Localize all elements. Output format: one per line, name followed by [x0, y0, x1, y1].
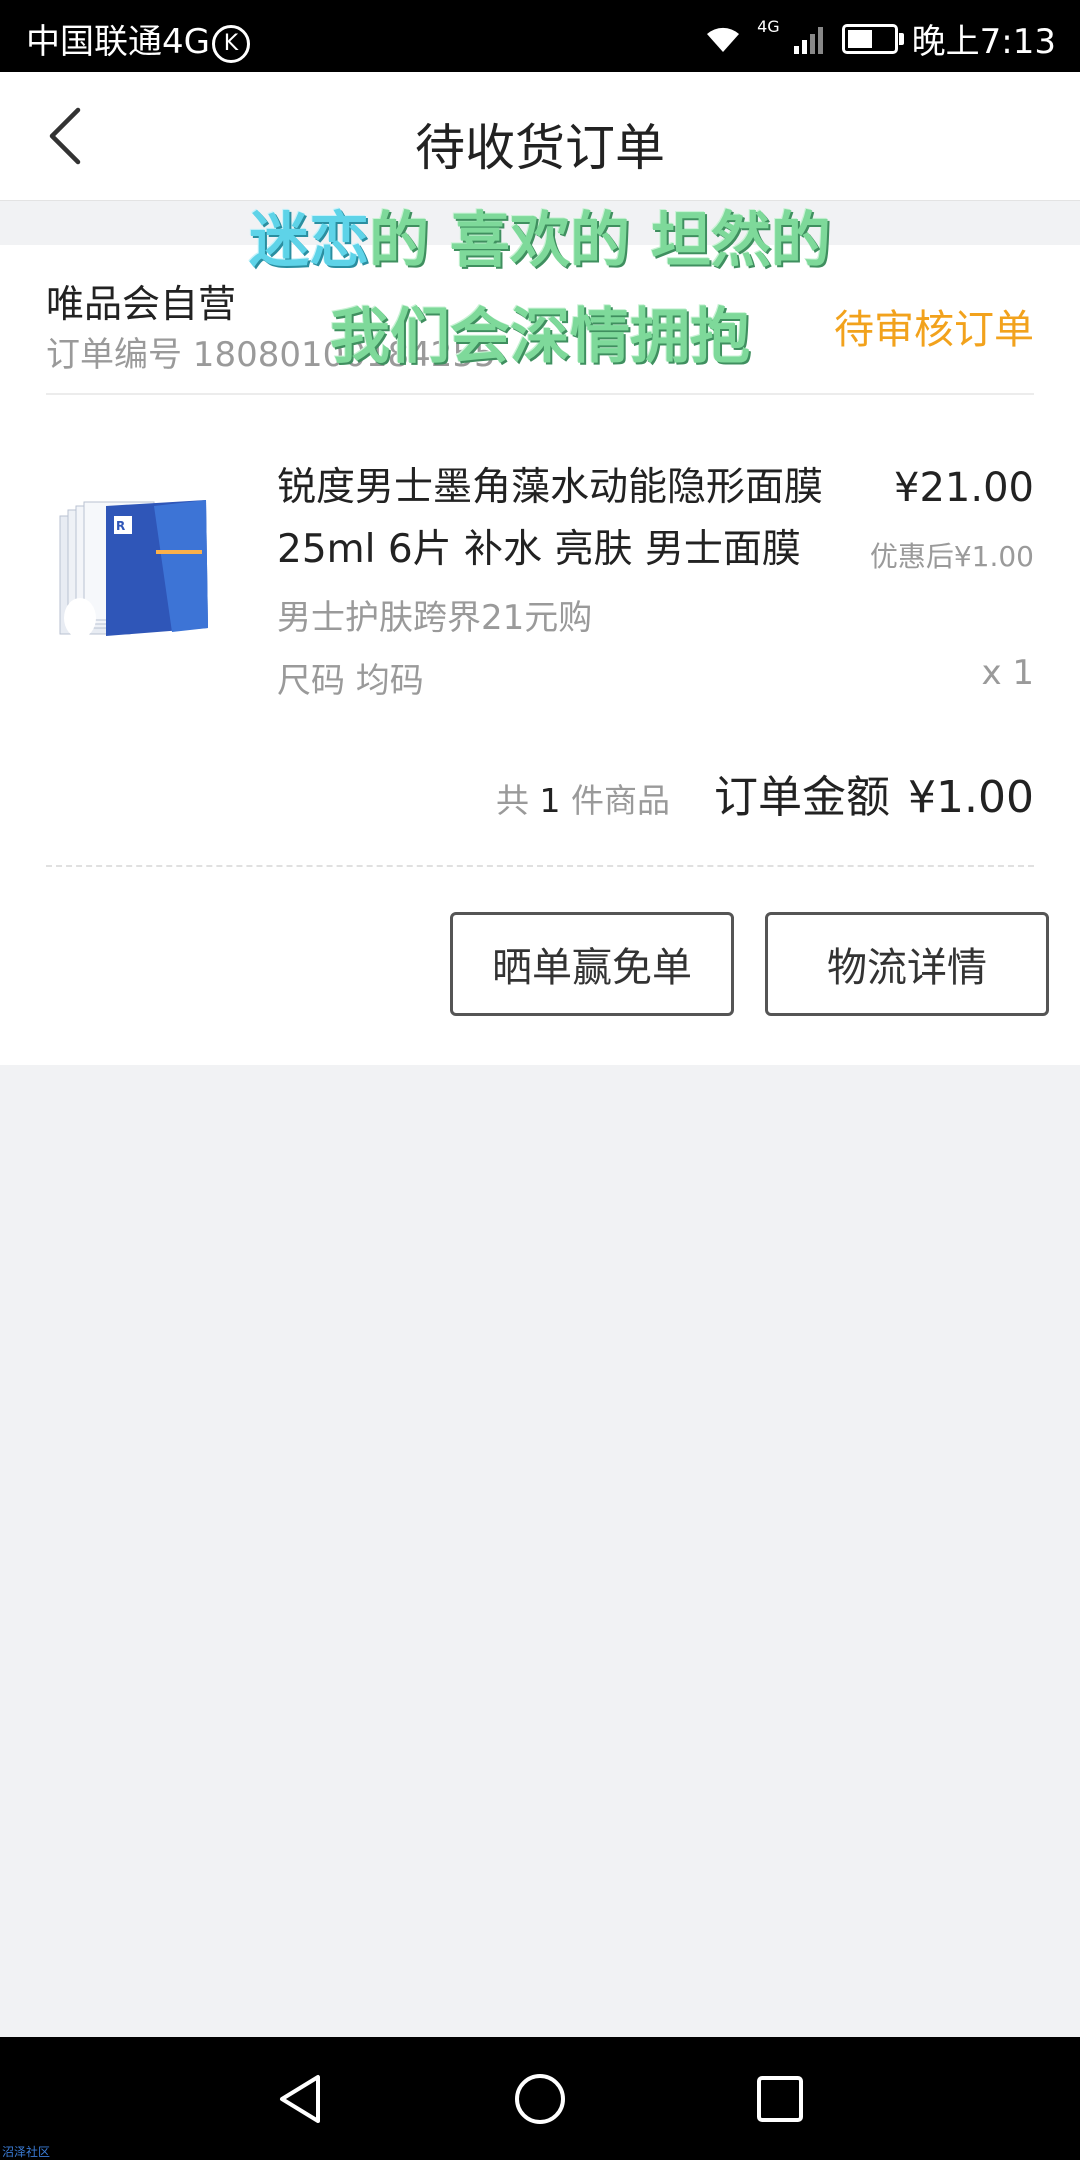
- dashed-divider: [46, 865, 1034, 867]
- share-order-button[interactable]: 晒单赢免单: [450, 912, 734, 1016]
- wifi-icon: [707, 27, 740, 52]
- signal-icon: [793, 26, 823, 54]
- order-summary: 共 1 件商品 订单金额 ¥1.00: [496, 761, 1034, 825]
- logistics-details-button[interactable]: 物流详情: [765, 912, 1049, 1016]
- battery-icon: [841, 23, 904, 54]
- system-nav-bar: 沼泽社区: [0, 2037, 1080, 2160]
- page-title: 待收货订单: [415, 119, 665, 177]
- item-count-value: 1: [539, 781, 561, 820]
- product-size: 尺码 均码: [277, 661, 424, 701]
- status-icons: 4G 晚上7:13: [703, 14, 1056, 63]
- shop-name: 唯品会自营: [46, 282, 237, 326]
- promotion-label: 男士护肤跨界21元购: [277, 598, 593, 638]
- status-bar: 中国联通4G K 4G 晚上7:13: [0, 0, 1080, 72]
- recents-square-icon[interactable]: [750, 2069, 810, 2129]
- top-bar: 待收货订单: [0, 72, 1080, 201]
- total-value: ¥1.00: [908, 772, 1034, 823]
- product-image[interactable]: R: [56, 500, 218, 650]
- item-count-prefix: 共: [496, 781, 530, 820]
- carrier-text: 中国联通4G: [26, 22, 210, 62]
- home-circle-icon[interactable]: [510, 2069, 570, 2129]
- discounted-price: 优惠后¥1.00: [869, 540, 1034, 573]
- divider: [46, 393, 1034, 395]
- carrier-label: 中国联通4G K: [26, 14, 250, 63]
- product-price: ¥21.00: [894, 465, 1034, 511]
- clock: 晚上7:13: [911, 22, 1056, 62]
- item-count-suffix: 件商品: [571, 781, 671, 820]
- order-number: 订单编号 18080100184255: [46, 335, 496, 375]
- network-type: 4G: [757, 17, 780, 36]
- battery-level: [847, 29, 872, 48]
- order-total: 订单金额 ¥1.00: [714, 761, 1034, 825]
- product-name[interactable]: 锐度男士墨角藻水动能隐形面膜 25ml 6片 补水 亮肤 男士面膜: [277, 457, 837, 581]
- item-count: 共 1 件商品: [496, 774, 670, 822]
- watermark: 沼泽社区: [2, 2145, 51, 2159]
- carrier-badge: K: [211, 24, 250, 63]
- product-quantity: x 1: [981, 653, 1034, 693]
- total-label: 订单金额: [714, 772, 891, 823]
- order-card[interactable]: 唯品会自营 订单编号 18080100184255 待审核订单 R 锐度男士墨角…: [0, 245, 1080, 1065]
- order-status: 待审核订单: [834, 307, 1034, 353]
- back-triangle-icon[interactable]: [272, 2069, 332, 2129]
- svg-text:R: R: [116, 519, 125, 533]
